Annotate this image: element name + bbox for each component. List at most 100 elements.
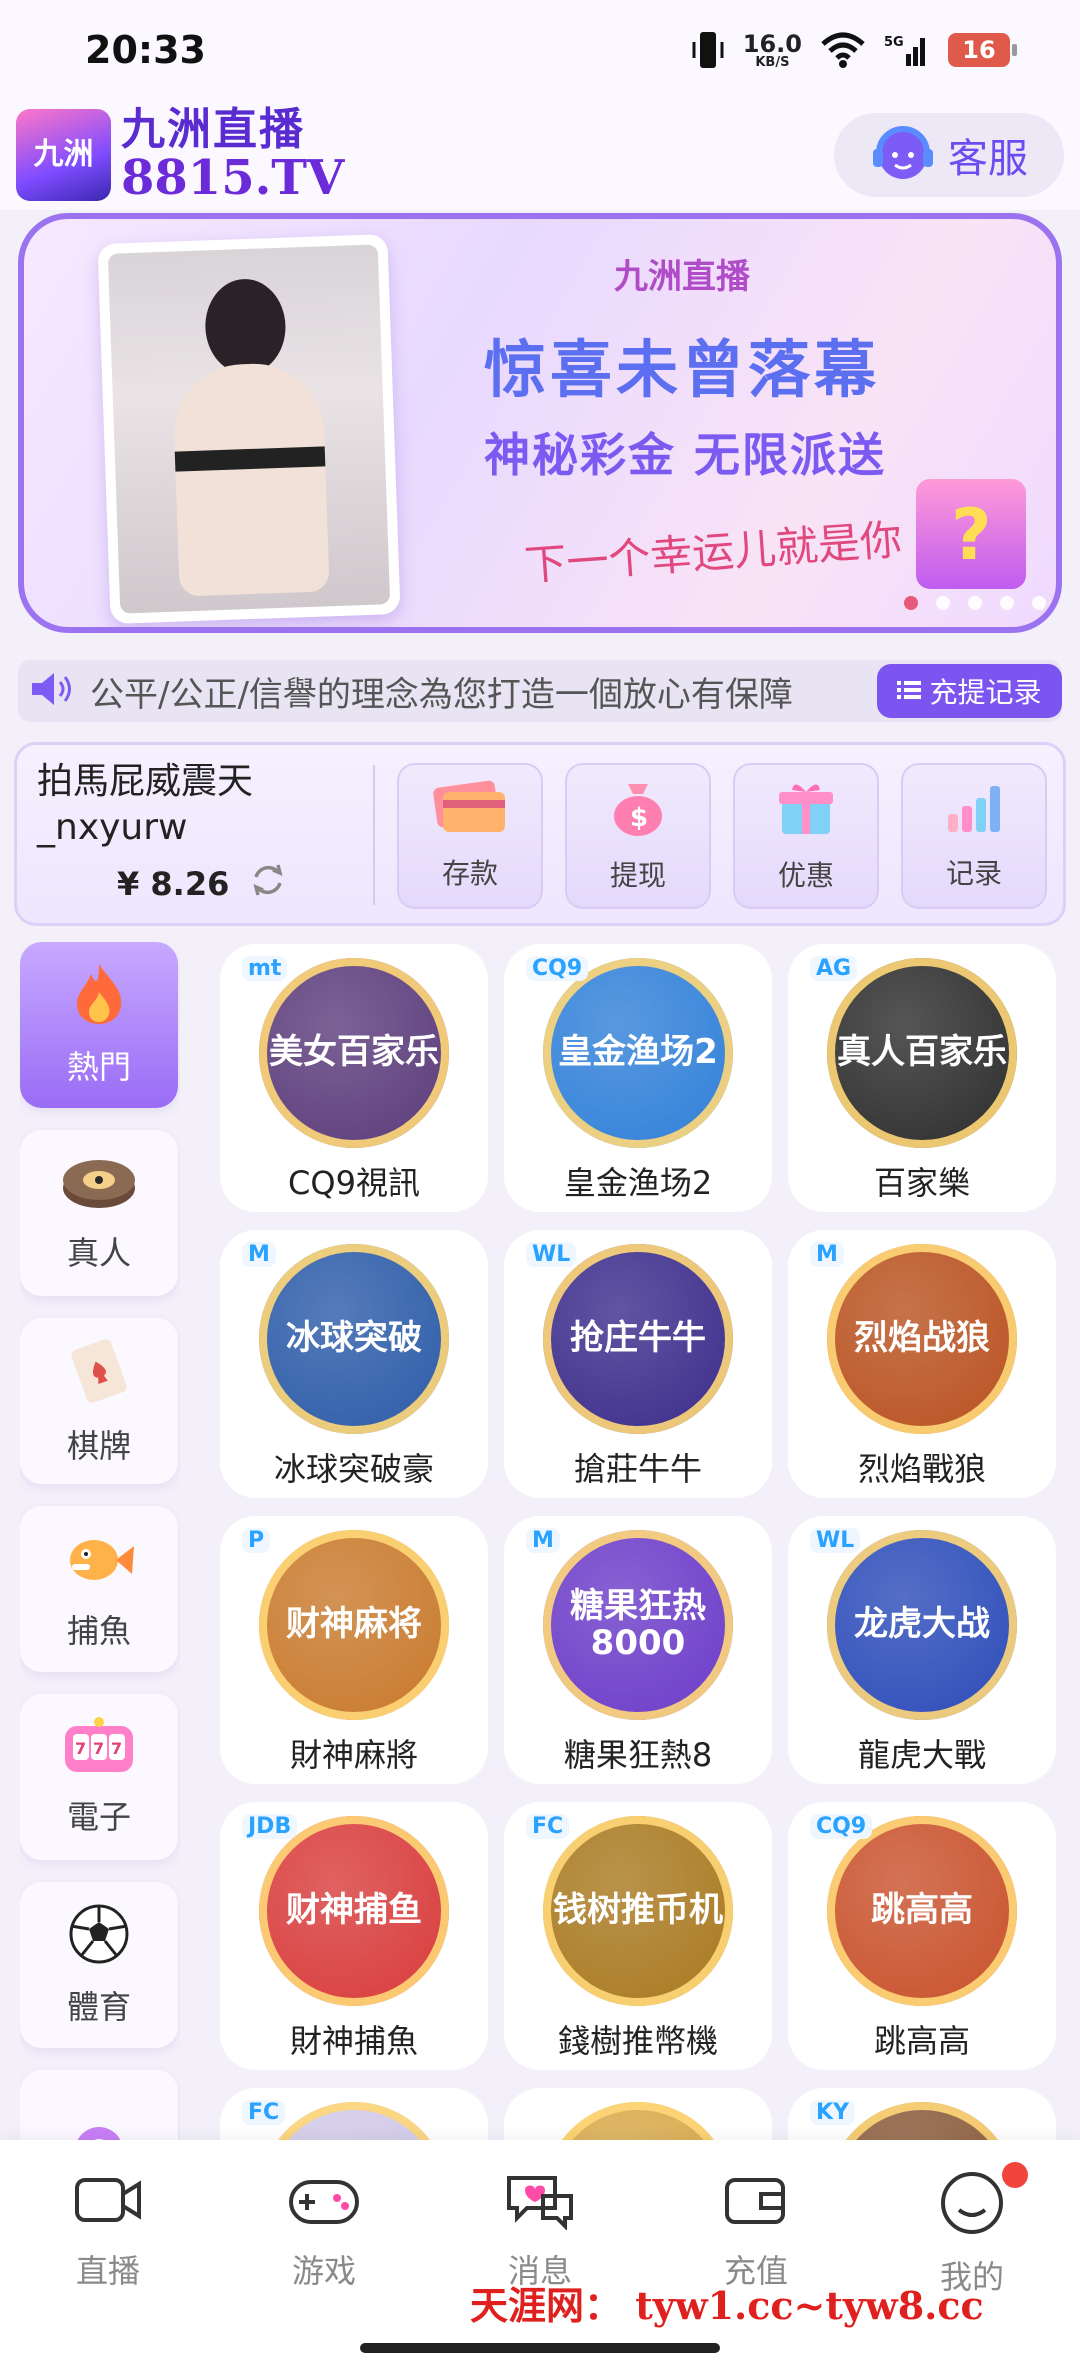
- logo-url: 8815.TV: [121, 149, 345, 206]
- deposit-label: 存款: [441, 857, 498, 890]
- sidebar-item-hot[interactable]: 熱門: [20, 942, 178, 1108]
- balance-value: ¥ 8.26: [117, 865, 230, 903]
- soccer-ball-icon: [67, 1902, 131, 1970]
- records-button[interactable]: 记录: [901, 763, 1047, 909]
- customer-service-label: 客服: [948, 136, 1028, 182]
- headset-icon: [870, 123, 936, 187]
- gamepad-icon: [287, 2170, 361, 2234]
- status-time: 20:33: [85, 28, 206, 72]
- sidebar-item-sports[interactable]: 體育: [20, 1882, 178, 2048]
- provider-badge: M: [242, 1242, 276, 1267]
- game-card[interactable]: JDB 财神捕鱼 財神捕魚: [220, 1802, 488, 2070]
- sidebar-item-cards[interactable]: 棋牌: [20, 1318, 178, 1484]
- watermark: 天涯网： tyw1.cc~tyw8.cc: [470, 2283, 984, 2328]
- notification-badge: [1002, 2162, 1028, 2188]
- fire-icon: [69, 962, 129, 1030]
- app-header: 九洲 九洲直播 8815.TV 客服: [0, 100, 1080, 210]
- banner-dot[interactable]: [1000, 596, 1014, 610]
- game-card[interactable]: FC 钱树推币机 錢樹推幣機: [504, 1802, 772, 2070]
- provider-badge: AG: [810, 956, 858, 981]
- sidebar-label-cards: 棋牌: [66, 1427, 131, 1465]
- banner-pagination: [904, 596, 1046, 610]
- banner-dot[interactable]: [904, 596, 918, 610]
- svg-text:7: 7: [75, 1739, 86, 1758]
- record-button-label: 充提记录: [929, 676, 1042, 709]
- customer-service-button[interactable]: 客服: [834, 113, 1064, 197]
- game-card[interactable]: mt 美女百家乐 CQ9視訊: [220, 944, 488, 1212]
- game-card[interactable]: M 糖果狂热8000 糖果狂熱8: [504, 1516, 772, 1784]
- logo-badge: 九洲: [16, 108, 111, 201]
- wifi-icon: [820, 32, 866, 68]
- sidebar-item-fishing[interactable]: 捕魚: [20, 1506, 178, 1672]
- game-name: 糖果狂熱8: [563, 1736, 713, 1774]
- provider-badge: mt: [242, 956, 288, 981]
- game-card[interactable]: WL 龙虎大战 龍虎大戰: [788, 1516, 1056, 1784]
- banner-dot[interactable]: [936, 596, 950, 610]
- provider-badge: M: [526, 1528, 560, 1553]
- nav-item-messages[interactable]: 消息: [460, 2170, 620, 2292]
- promotions-label: 优惠: [777, 859, 834, 892]
- promo-banner[interactable]: 九洲直播 惊喜未曾落幕 神秘彩金 无限派送 下一个幸运儿就是你: [18, 213, 1062, 633]
- game-name: 百家樂: [873, 1164, 970, 1202]
- logo-title: 九洲直播: [121, 103, 305, 155]
- nav-item-live[interactable]: 直播: [28, 2170, 188, 2292]
- fish-icon: [62, 1526, 136, 1594]
- sidebar-item-slots[interactable]: 777 電子: [20, 1694, 178, 1860]
- banner-photo: [97, 234, 401, 624]
- deposit-withdraw-record-button[interactable]: 充提记录: [877, 664, 1062, 718]
- game-card[interactable]: AG 真人百家乐百家樂: [788, 944, 1056, 1212]
- announcement-marquee[interactable]: 公平/公正/信譽的理念為您打造一個放心有保障 充提记录: [18, 660, 1062, 722]
- game-name: CQ9視訊: [288, 1164, 420, 1202]
- banner-dot[interactable]: [1032, 596, 1046, 610]
- records-label: 记录: [945, 857, 1002, 890]
- gift-icon: [776, 778, 836, 842]
- game-card[interactable]: M 烈焰战狼 烈焰戰狼: [788, 1230, 1056, 1498]
- balance: ¥ 8.26: [117, 861, 287, 907]
- net-speed-value: 16.0: [742, 29, 802, 58]
- refresh-icon[interactable]: [249, 861, 287, 907]
- banner-photo-image: [107, 244, 391, 614]
- game-card[interactable]: P 财神麻将 財神麻將: [220, 1516, 488, 1784]
- game-card[interactable]: M 冰球突破 冰球突破豪: [220, 1230, 488, 1498]
- provider-badge: M: [810, 1242, 844, 1267]
- net-speed: 16.0 KB/S: [743, 32, 802, 69]
- game-name: 烈焰戰狼: [857, 1450, 986, 1488]
- game-icon: 抢庄牛牛: [543, 1244, 733, 1434]
- account-actions: 存款 $ 提现 优惠 记录: [397, 763, 1047, 909]
- photo-figure-body: [171, 361, 330, 597]
- game-icon: 龙虎大战: [827, 1530, 1017, 1720]
- banner-dot[interactable]: [968, 596, 982, 610]
- provider-badge: P: [242, 1528, 271, 1553]
- home-indicator[interactable]: [360, 2343, 720, 2353]
- provider-badge: JDB: [242, 1814, 298, 1839]
- withdraw-button[interactable]: $ 提现: [565, 763, 711, 909]
- deposit-button[interactable]: 存款: [397, 763, 543, 909]
- sidebar-label-slots: 電子: [66, 1798, 131, 1836]
- nav-label-live: 直播: [75, 2252, 140, 2290]
- game-card[interactable]: [504, 2088, 772, 2144]
- banner-tagline: 下一个幸运儿就是你: [522, 514, 904, 591]
- game-icon: 美女百家乐: [259, 958, 449, 1148]
- nav-item-games[interactable]: 游戏: [244, 2170, 404, 2292]
- status-icons: 16.0 KB/S 5G 16: [691, 30, 1017, 70]
- video-camera-icon: [73, 2170, 143, 2234]
- sidebar-item-live[interactable]: 真人: [20, 1130, 178, 1296]
- game-card[interactable]: WL 抢庄牛牛 搶莊牛牛: [504, 1230, 772, 1498]
- promotions-button[interactable]: 优惠: [733, 763, 879, 909]
- game-card[interactable]: CQ9 皇金渔场2 皇金渔场2: [504, 944, 772, 1212]
- game-name: 財神麻將: [289, 1736, 418, 1774]
- app-logo: 九洲 九洲直播 8815.TV: [16, 103, 345, 206]
- banner-tag: 九洲直播: [614, 257, 750, 297]
- sidebar-label-hot: 熱門: [66, 1048, 131, 1086]
- game-icon: 真人百家乐: [827, 958, 1017, 1148]
- battery-indicator: 16: [948, 33, 1017, 67]
- sidebar-label-fishing: 捕魚: [66, 1612, 131, 1650]
- game-icon: 钱树推币机: [543, 1816, 733, 2006]
- game-card[interactable]: CQ9 跳高高 跳高高: [788, 1802, 1056, 2070]
- game-name: 龍虎大戰: [857, 1736, 986, 1774]
- game-card[interactable]: KY: [788, 2088, 1056, 2144]
- game-card[interactable]: FC: [220, 2088, 488, 2144]
- nav-item-recharge[interactable]: 充值: [676, 2170, 836, 2292]
- logo-text: 九洲直播 8815.TV: [121, 103, 345, 206]
- sidebar-item-lottery[interactable]: [20, 2070, 178, 2142]
